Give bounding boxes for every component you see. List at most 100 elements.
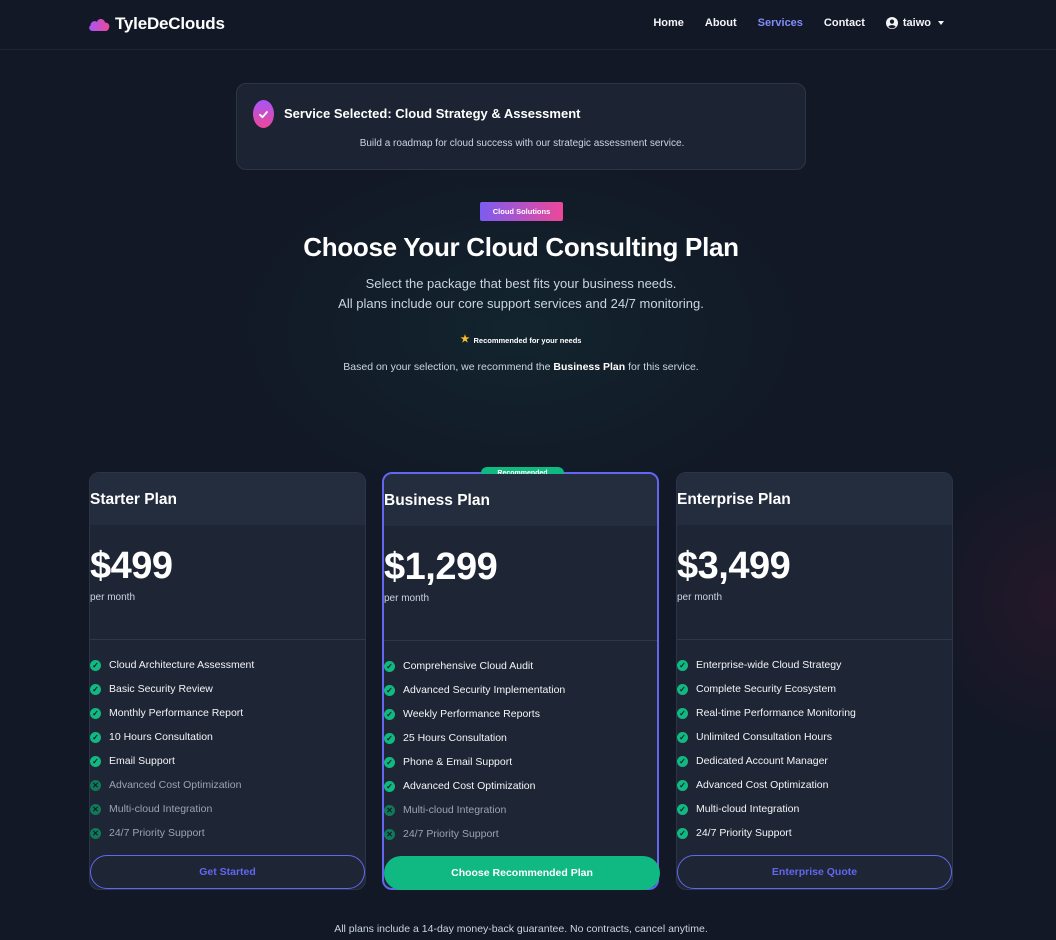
- feature-item: ✓ 10 Hours Consultation: [90, 725, 254, 749]
- check-circle-icon: ✓: [384, 732, 395, 744]
- page-title: Choose Your Cloud Consulting Plan: [303, 232, 739, 262]
- feature-text: Monthly Performance Report: [109, 707, 244, 719]
- plan-name: Enterprise Plan: [677, 491, 791, 508]
- plan-price: $1,299: [384, 546, 498, 588]
- feature-text: Phone & Email Support: [403, 756, 513, 768]
- feature-item: ✓ Dedicated Account Manager: [677, 749, 856, 773]
- guarantee-note: All plans include a 14-day money-back gu…: [334, 923, 708, 935]
- nav-links: Home About Services Contact taiwo: [653, 17, 944, 29]
- check-circle-icon: ✓: [677, 827, 688, 839]
- feature-item: ✓ 25 Hours Consultation: [384, 726, 565, 750]
- feature-text: Advanced Cost Optimization: [403, 780, 536, 792]
- brand-logo[interactable]: TyleDeClouds: [88, 14, 225, 34]
- x-circle-icon: ✕: [384, 828, 395, 840]
- plan-card-enterprise: Enterprise Plan $3,499 per month ✓ Enterp…: [676, 472, 953, 890]
- check-circle-icon: ✓: [677, 803, 688, 815]
- check-circle-icon: ✓: [677, 731, 688, 743]
- feature-item: ✓ Weekly Performance Reports: [384, 702, 565, 726]
- feature-text: Weekly Performance Reports: [403, 708, 540, 720]
- feature-text: Multi-cloud Integration: [696, 803, 800, 815]
- check-circle-icon: ✓: [90, 731, 101, 743]
- recommended-label: ★ Recommended for your needs: [0, 335, 1042, 345]
- check-circle-icon: ✓: [677, 707, 688, 719]
- user-menu[interactable]: taiwo: [885, 17, 944, 29]
- feature-text: Multi-cloud Integration: [403, 804, 507, 816]
- check-circle-icon: ✓: [384, 684, 395, 696]
- nav-link-home[interactable]: Home: [653, 17, 684, 29]
- feature-text: Dedicated Account Manager: [696, 755, 828, 767]
- feature-item: ✓ Advanced Security Implementation: [384, 678, 565, 702]
- feature-text: Advanced Security Implementation: [403, 684, 566, 696]
- feature-item: ✓ Unlimited Consultation Hours: [677, 725, 856, 749]
- check-circle-icon: [253, 100, 274, 128]
- check-circle-icon: ✓: [90, 707, 101, 719]
- plan-period: per month: [384, 593, 430, 604]
- feature-item: ✓ Complete Security Ecosystem: [677, 677, 856, 701]
- feature-text: 10 Hours Consultation: [109, 731, 213, 743]
- feature-text: Real-time Performance Monitoring: [696, 707, 856, 719]
- feature-item: ✓ Basic Security Review: [90, 677, 254, 701]
- feature-item: ✓ Enterprise-wide Cloud Strategy: [677, 653, 856, 677]
- recommended-label-text: Recommended for your needs: [473, 335, 582, 345]
- nav-link-services[interactable]: Services: [758, 17, 803, 29]
- feature-item: ✓ Multi-cloud Integration: [677, 797, 856, 821]
- nav-link-contact[interactable]: Contact: [824, 17, 865, 29]
- plan-period: per month: [90, 592, 136, 603]
- check-circle-icon: ✓: [677, 779, 688, 791]
- feature-text: Cloud Architecture Assessment: [109, 659, 255, 671]
- feature-item: ✕ Advanced Cost Optimization: [90, 773, 254, 797]
- check-circle-icon: ✓: [90, 683, 101, 695]
- feature-item: ✕ Multi-cloud Integration: [384, 798, 565, 822]
- feature-text: Complete Security Ecosystem: [696, 683, 837, 695]
- feature-text: Advanced Cost Optimization: [696, 779, 829, 791]
- check-circle-icon: ✓: [677, 755, 688, 767]
- feature-item: ✓ Comprehensive Cloud Audit: [384, 654, 565, 678]
- feature-text: 25 Hours Consultation: [403, 732, 507, 744]
- feature-list: ✓ Comprehensive Cloud Audit ✓ Advanced Secu…: [384, 654, 565, 846]
- chevron-down-icon: [938, 21, 944, 25]
- plan-name: Business Plan: [384, 492, 490, 509]
- feature-item: ✓ Real-time Performance Monitoring: [677, 701, 856, 725]
- check-circle-icon: ✓: [90, 659, 101, 671]
- user-circle-icon: [885, 17, 898, 29]
- cloud-icon: [89, 19, 110, 31]
- feature-text: 24/7 Priority Support: [696, 827, 792, 839]
- feature-text: Multi-cloud Integration: [109, 803, 213, 815]
- feature-item: ✓ 24/7 Priority Support: [677, 821, 856, 845]
- divider: [90, 639, 365, 640]
- brand-name: TyleDeClouds: [115, 14, 225, 33]
- nav-link-about[interactable]: About: [705, 17, 737, 29]
- service-description: Build a roadmap for cloud success with o…: [359, 138, 685, 149]
- get-started-button[interactable]: Get Started: [90, 855, 365, 889]
- x-circle-icon: ✕: [90, 827, 101, 839]
- feature-text: Comprehensive Cloud Audit: [403, 660, 534, 672]
- feature-list: ✓ Cloud Architecture Assessment ✓ Basic Sec…: [90, 653, 254, 845]
- feature-item: ✓ Advanced Cost Optimization: [384, 774, 565, 798]
- feature-item: ✓ Advanced Cost Optimization: [677, 773, 856, 797]
- check-circle-icon: ✓: [384, 756, 395, 768]
- feature-item: ✕ 24/7 Priority Support: [90, 821, 254, 845]
- feature-item: ✓ Phone & Email Support: [384, 750, 565, 774]
- plan-card-business: Recommended Business Plan $1,299 per mon…: [382, 467, 660, 890]
- divider: [677, 639, 952, 640]
- feature-text: Advanced Cost Optimization: [109, 779, 242, 791]
- check-circle-icon: ✓: [677, 659, 688, 671]
- plan-price: $3,499: [677, 545, 791, 587]
- check-circle-icon: ✓: [90, 755, 101, 767]
- top-navbar: TyleDeClouds Home About Services Contact…: [0, 0, 1056, 50]
- check-circle-icon: ✓: [384, 780, 395, 792]
- recommendation-prefix: Based on your selection, we recommend th…: [343, 361, 554, 373]
- feature-item: ✓ Email Support: [90, 749, 254, 773]
- x-circle-icon: ✕: [90, 779, 101, 791]
- feature-item: ✓ Monthly Performance Report: [90, 701, 254, 725]
- check-circle-icon: ✓: [384, 708, 395, 720]
- page-subtitle-line-2: All plans include our core support servi…: [338, 296, 704, 311]
- star-icon: ★: [460, 334, 470, 345]
- plan-price: $499: [90, 545, 173, 587]
- feature-item: ✓ Cloud Architecture Assessment: [90, 653, 254, 677]
- choose-recommended-plan-button[interactable]: Choose Recommended Plan: [384, 856, 660, 890]
- category-badge: Cloud Solutions: [480, 202, 563, 221]
- service-title: Service Selected: Cloud Strategy & Asses…: [284, 106, 581, 121]
- feature-text: 24/7 Priority Support: [403, 828, 499, 840]
- enterprise-quote-button[interactable]: Enterprise Quote: [677, 855, 952, 889]
